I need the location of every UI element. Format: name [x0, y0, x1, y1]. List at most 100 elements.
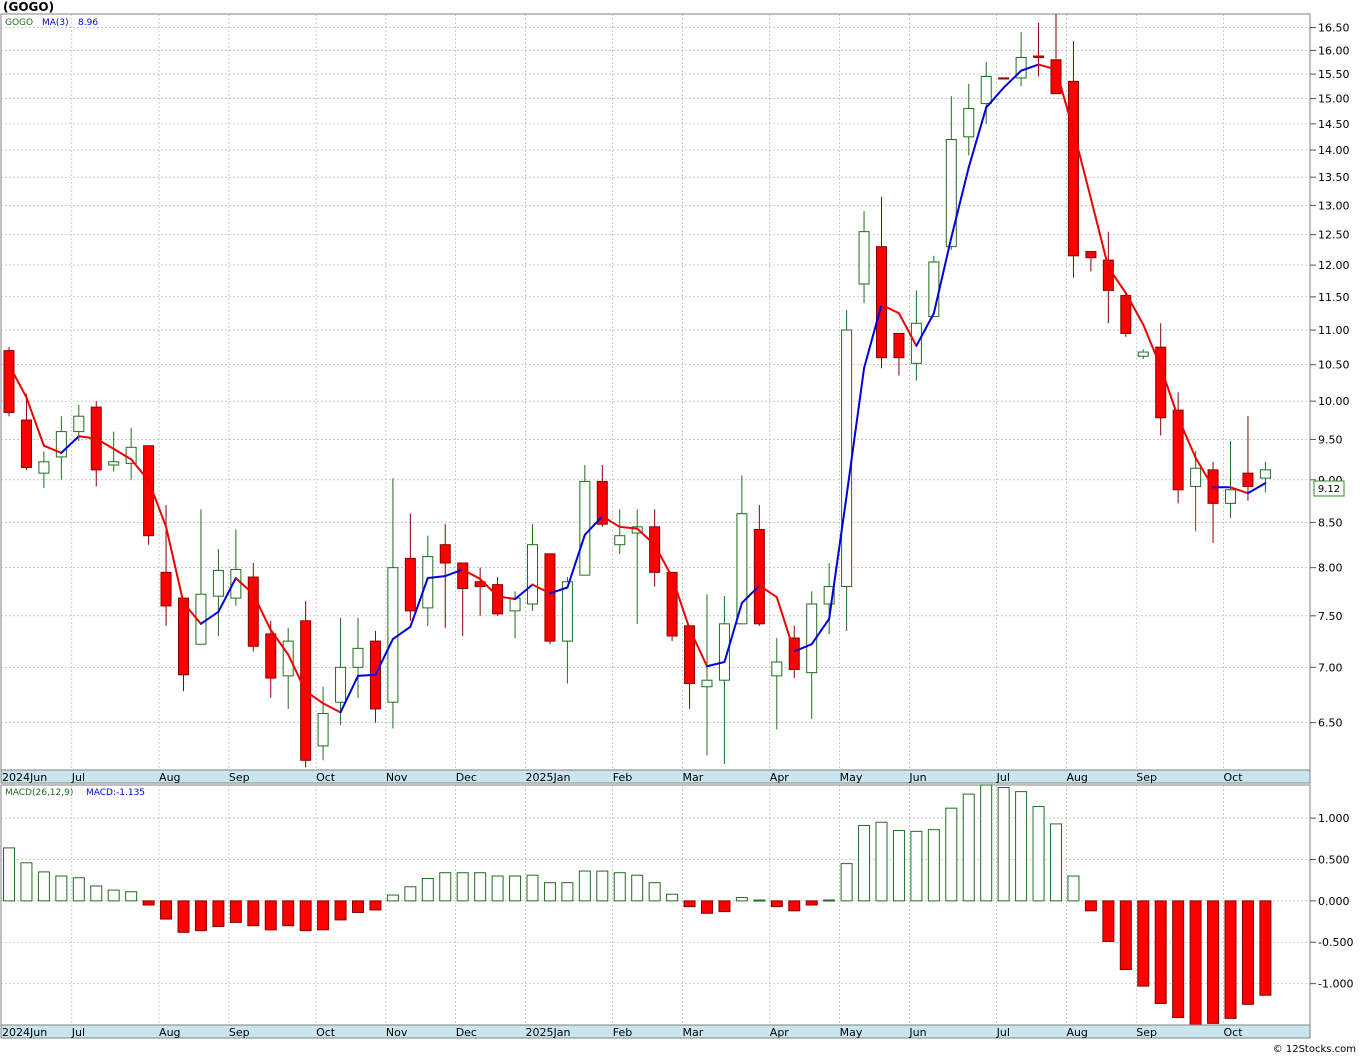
macd-bar: [247, 900, 260, 927]
macd-bar: [456, 872, 469, 902]
price-tick-label: 16.00: [1318, 44, 1350, 57]
candle-body: [1172, 409, 1184, 491]
macd-legend-value: MACD:-1.135: [86, 788, 145, 798]
candle-body: [212, 569, 224, 597]
price-x-tick-label: Aug: [1066, 771, 1087, 784]
macd-bar: [1032, 806, 1045, 902]
price-x-tick-label: 2024Jun: [2, 771, 47, 784]
candle-body: [404, 557, 416, 612]
candle-body: [247, 576, 259, 647]
price-x-tick-label: Nov: [386, 771, 408, 784]
candle-body: [1190, 467, 1202, 487]
macd-bar: [421, 878, 434, 902]
macd-bar: [439, 872, 452, 902]
candle-body: [20, 419, 32, 468]
candle-body: [457, 562, 469, 589]
last-price-label: 9.12: [1318, 484, 1340, 495]
macd-bar: [177, 900, 190, 933]
macd-legend-label: MACD(26,12,9): [5, 788, 73, 798]
macd-bar: [264, 900, 277, 931]
macd-bar: [1015, 791, 1028, 902]
macd-x-tick-label: Oct: [1224, 1026, 1244, 1039]
macd-x-tick-label: Jun: [908, 1026, 926, 1039]
macd-bar: [683, 900, 696, 908]
macd-bar: [875, 821, 888, 902]
price-tick-label: 12.50: [1318, 229, 1350, 242]
macd-bar: [648, 882, 661, 902]
price-x-tick-label: Oct: [1224, 771, 1244, 784]
stock-chart: (GOGO) 6.507.007.508.008.509.009.5010.00…: [0, 0, 1360, 1056]
price-tick-label: 10.50: [1318, 359, 1350, 372]
macd-bar: [753, 899, 766, 902]
macd-x-tick-label: Sep: [1136, 1026, 1157, 1039]
price-tick-label: 14.00: [1318, 144, 1350, 157]
price-x-tick-label: Jul: [71, 771, 85, 784]
candle-body: [38, 461, 50, 474]
macd-bar: [1172, 900, 1185, 1019]
macd-bar: [90, 885, 103, 902]
macd-x-tick-label: 2025Jan: [526, 1026, 571, 1039]
candle: [143, 445, 155, 545]
macd-bar: [1259, 900, 1272, 996]
macd-tick-label: -1.000: [1318, 978, 1353, 991]
candle: [928, 255, 940, 318]
macd-bar: [352, 900, 364, 913]
price-tick-label: 12.00: [1318, 259, 1350, 272]
macd-tick-label: 0.500: [1318, 853, 1350, 866]
candle-body: [561, 581, 573, 642]
candle-body: [980, 76, 992, 105]
price-tick-label: 10.00: [1318, 395, 1350, 408]
macd-bar: [596, 870, 609, 902]
candle-body: [945, 138, 957, 248]
copyright-label: © 12Stocks.com: [1273, 1044, 1356, 1055]
price-tick-label: 6.50: [1318, 717, 1343, 730]
price-x-tick-label: Aug: [159, 771, 180, 784]
candle-body: [701, 679, 713, 688]
candle-body: [352, 647, 364, 668]
price-x-tick-label: Oct: [316, 771, 336, 784]
macd-bar: [72, 877, 85, 902]
price-tick-label: 9.50: [1318, 433, 1343, 446]
candle-body: [841, 329, 853, 588]
price-tick-label: 14.50: [1318, 118, 1350, 131]
macd-x-axis-band: [0, 1024, 1311, 1039]
candle-body: [876, 246, 887, 359]
candle-body: [771, 661, 783, 677]
macd-bar: [474, 872, 487, 902]
macd-bar: [1119, 900, 1132, 971]
macd-x-tick-label: May: [840, 1026, 863, 1039]
candle-body: [544, 553, 556, 642]
candle-body: [1067, 80, 1079, 257]
macd-bar: [334, 900, 347, 921]
candle-body: [1225, 489, 1236, 504]
macd-bar: [1154, 900, 1167, 1004]
candle-body: [858, 231, 870, 285]
candle: [666, 571, 678, 642]
candle: [998, 77, 1010, 80]
macd-bar: [20, 862, 33, 902]
macd-bar: [631, 874, 644, 902]
candle-body: [1137, 351, 1149, 357]
macd-bar: [962, 793, 975, 902]
candle: [3, 347, 15, 417]
candle-body: [614, 535, 626, 546]
candle-body: [666, 571, 678, 637]
candle-body: [335, 666, 347, 703]
candle-body: [527, 544, 538, 605]
macd-bar: [666, 893, 679, 902]
macd-bar: [1207, 900, 1220, 1024]
candle-body: [893, 332, 905, 359]
candle: [579, 464, 591, 576]
macd-bar: [701, 900, 713, 914]
macd-bar: [718, 900, 731, 913]
macd-bar: [282, 900, 295, 927]
macd-x-tick-label: Nov: [386, 1026, 408, 1039]
price-tick-label: 7.50: [1318, 610, 1343, 623]
macd-bar: [1137, 900, 1150, 987]
macd-x-tick-label: Aug: [1066, 1026, 1087, 1039]
macd-bar: [55, 875, 68, 902]
macd-bar: [770, 900, 783, 908]
candle-body: [753, 528, 765, 625]
ma-segment: [357, 673, 377, 677]
candle-body: [73, 415, 85, 433]
